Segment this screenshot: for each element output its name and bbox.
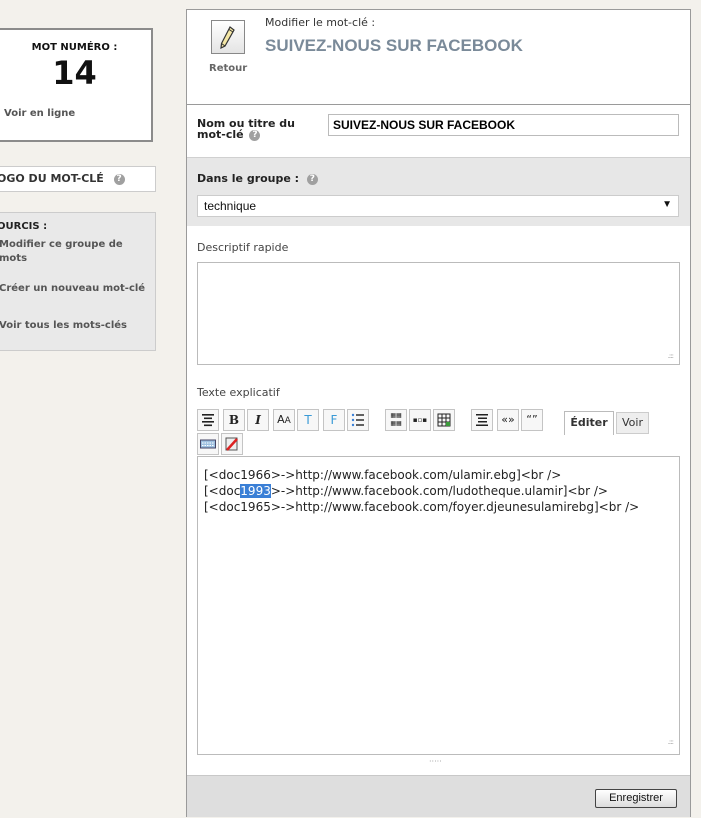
shortcuts-title: OURCIS : [0,221,48,232]
help-icon[interactable]: ? [249,129,261,141]
keyword-logo-section[interactable]: OGO DU MOT-CLÉ ? [0,166,156,192]
eraser-glyph [225,437,238,451]
name-field-label: Nom ou titre du mot-clé ? [197,118,295,141]
tab-editer[interactable]: Éditer [564,411,614,435]
chevron-down-icon: ▼ [662,199,672,210]
align-icon[interactable] [197,409,219,431]
group-select[interactable]: technique ▼ [197,195,679,217]
help-icon[interactable]: ? [113,173,125,185]
align-glyph [202,414,214,427]
edit-keyword-panel: Retour Modifier le mot-clé : SUIVEZ-NOUS… [186,9,691,817]
editor-text: >->http://www.facebook.com/ludotheque.ul… [270,484,608,498]
page-subtitle: Modifier le mot-clé : [265,16,376,29]
name-field-row: Nom ou titre du mot-clé ? SUIVEZ-NOUS SU… [187,105,690,157]
quotes-icon[interactable]: “” [521,409,543,431]
name-label-text: mot-clé [197,128,244,141]
group-select-value: technique [204,199,257,213]
name-label-line2: mot-clé ? [197,129,295,141]
save-button[interactable]: Enregistrer [595,789,677,808]
table-icon[interactable] [433,409,455,431]
keyword-number-label: MOT NUMÉRO : [31,42,118,53]
editor-line: [<doc1965>->http://www.facebook.com/foye… [204,499,673,515]
back-label[interactable]: Retour [209,63,247,74]
text-color-icon[interactable]: T [297,409,319,431]
editor-line: [<doc1966>->http://www.facebook.com/ulam… [204,467,673,483]
guillemets-icon[interactable]: «» [497,409,519,431]
view-online-link[interactable]: Voir en ligne [4,108,75,119]
bold-icon[interactable]: B [223,409,245,431]
edit-group-link[interactable]: Modifier ce groupe de mots [0,238,149,266]
form-footer: Enregistrer [187,775,690,817]
selected-text: 1993 [240,484,271,498]
font-size-icon[interactable]: AA [273,409,295,431]
eraser-icon[interactable] [221,433,243,455]
editor-text: [<doc [204,484,241,498]
description-label: Descriptif rapide [197,241,289,254]
resize-grip-icon[interactable]: .::: [668,734,674,750]
keyword-logo-label: OGO DU MOT-CLÉ [0,172,104,185]
spip-icon[interactable]: ▦▦ ▦▦ [385,409,407,431]
keyboard-icon[interactable] [197,433,219,455]
italic-icon[interactable]: I [247,409,269,431]
drag-handle-icon[interactable]: ····· [429,757,442,766]
paragraph-glyph [476,414,488,426]
name-input[interactable]: SUIVEZ-NOUS SUR FACEBOOK [328,114,679,136]
group-label-text: Dans le groupe : [197,172,300,185]
font-icon[interactable]: F [323,409,345,431]
all-keywords-link[interactable]: Voir tous les mots-clés [0,319,149,333]
pencil-icon [220,26,235,50]
editor-text: [<doc1965>->http://www.facebook.com/foye… [204,500,640,514]
list-icon[interactable] [347,409,369,431]
description-textarea[interactable]: .::: [197,262,680,365]
paragraph-icon[interactable] [471,409,493,431]
editor-line: [<doc1993>->http://www.facebook.com/ludo… [204,483,673,499]
help-icon[interactable]: ? [306,173,318,185]
tab-voir[interactable]: Voir [616,412,649,434]
panel-header: Retour Modifier le mot-clé : SUIVEZ-NOUS… [187,10,690,105]
keyword-number-box: MOT NUMÉRO : 14 Voir en ligne [0,28,153,142]
table-glyph [437,413,451,427]
list-glyph [351,413,364,427]
group-field-row: Dans le groupe : ? technique ▼ [187,157,690,226]
back-button[interactable] [211,20,245,54]
keyboard-glyph [200,439,216,449]
text-label: Texte explicatif [197,386,280,399]
editor-text: [<doc1966>->http://www.facebook.com/ulam… [204,468,562,482]
shortcuts-box: OURCIS : Modifier ce groupe de mots Crée… [0,212,156,351]
page-title: SUIVEZ-NOUS SUR FACEBOOK [265,36,523,55]
resize-grip-icon[interactable]: .::: [668,352,674,360]
footnote-icon[interactable]: ▪▫▪ [409,409,431,431]
keyword-number: 14 [52,54,97,92]
text-editor[interactable]: [<doc1966>->http://www.facebook.com/ulam… [197,456,680,755]
new-keyword-link[interactable]: Créer un nouveau mot-clé [0,282,149,296]
group-field-label: Dans le groupe : ? [197,173,318,185]
